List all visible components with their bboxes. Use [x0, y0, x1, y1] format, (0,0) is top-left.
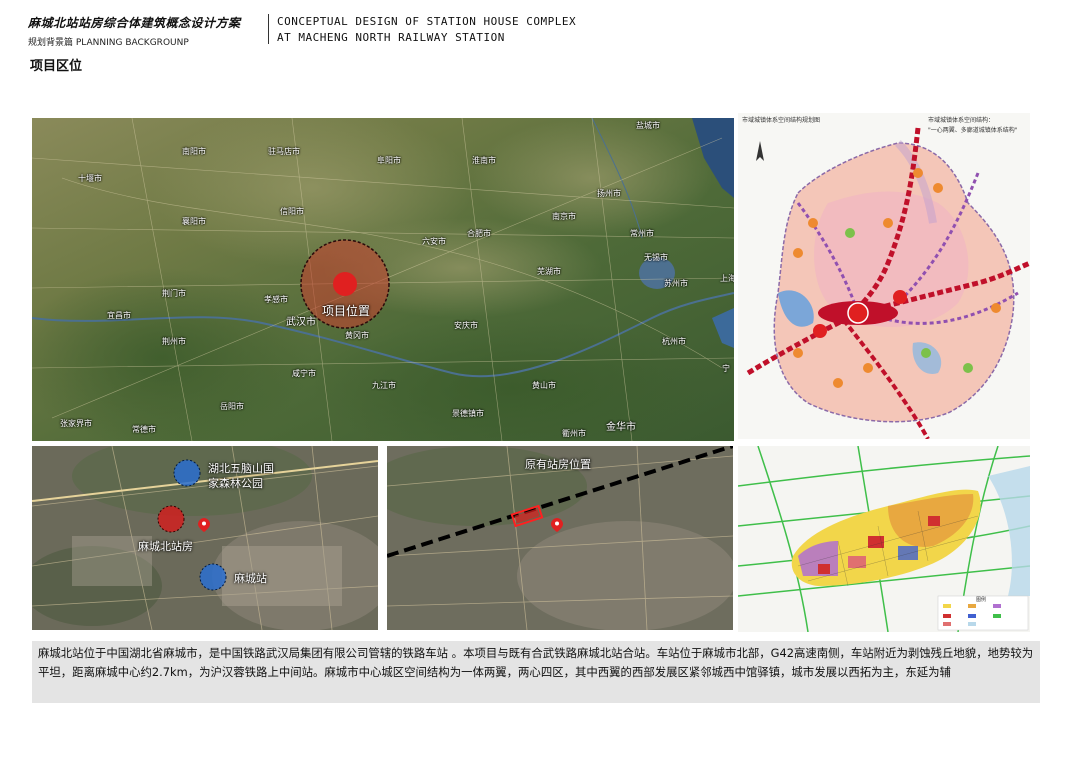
forest-park-label-line-2: 家森林公园 — [208, 477, 263, 490]
city-label: 盐城市 — [636, 121, 660, 130]
existing-station-map: 原有站房位置 — [387, 446, 733, 630]
land-use-legend-heading: 图例 — [976, 597, 987, 603]
city-label: 咸宁市 — [292, 369, 316, 378]
city-label: 杭州市 — [662, 337, 686, 346]
city-label: 南阳市 — [182, 147, 206, 156]
macheng-station-marker — [199, 563, 227, 591]
macheng-station-label: 麻城站 — [234, 572, 267, 585]
existing-station-label: 原有站房位置 — [525, 458, 591, 471]
city-label: 信阳市 — [280, 207, 304, 216]
document-subtitle: 规划背景篇 PLANNING BACKGROUNP — [28, 38, 189, 48]
city-label: 宁 — [722, 364, 730, 373]
city-label: 衢州市 — [562, 429, 586, 438]
structure-legend-title: 市域城镇体系空间结构： — [928, 117, 995, 124]
city-label: 常州市 — [630, 229, 654, 238]
city-label: 襄阳市 — [182, 217, 206, 226]
en-title-line-2: AT MACHENG NORTH RAILWAY STATION — [277, 31, 505, 44]
city-label: 常德市 — [132, 425, 156, 434]
city-label: 淮南市 — [472, 156, 496, 165]
north-station-label: 麻城北站房 — [138, 540, 193, 553]
city-label: 无锡市 — [644, 253, 668, 262]
en-title-line-1: CONCEPTUAL DESIGN OF STATION HOUSE COMPL… — [277, 15, 577, 28]
city-label: 扬州市 — [597, 189, 621, 198]
city-label: 孝感市 — [264, 295, 288, 304]
city-label: 芜湖市 — [537, 267, 561, 276]
city-label: 黄山市 — [532, 381, 556, 390]
city-label: 合肥市 — [467, 229, 491, 238]
land-use-plan-map: 图例 — [738, 446, 1030, 632]
local-satellite-map: 湖北五脑山国 家森林公园 麻城北站房 麻城站 — [32, 446, 378, 630]
city-label: 九江市 — [372, 381, 396, 390]
existing-station-terrain — [387, 446, 733, 630]
city-label: 十堰市 — [78, 174, 102, 183]
city-label: 景德镇市 — [452, 409, 484, 418]
section-title: 项目区位 — [30, 59, 83, 74]
city-label: 黄冈市 — [345, 331, 369, 340]
city-label: 阜阳市 — [377, 156, 401, 165]
location-pin-icon — [198, 518, 210, 532]
structure-diagram — [738, 113, 1030, 439]
structure-legend-subtitle: "一心两翼、多廊道城镇体系结构" — [928, 127, 1018, 134]
forest-park-marker — [173, 459, 201, 487]
city-label: 荆州市 — [162, 337, 186, 346]
header-divider — [268, 14, 269, 44]
city-label: 张家界市 — [60, 419, 92, 428]
document-title-cn: 麻城北站站房综合体建筑概念设计方案 — [28, 16, 241, 30]
city-label: 南京市 — [552, 212, 576, 221]
document-title-en: CONCEPTUAL DESIGN OF STATION HOUSE COMPL… — [277, 14, 576, 46]
land-use-diagram — [738, 446, 1030, 632]
local-terrain — [32, 446, 378, 630]
town-system-structure-map: 市域城镇体系空间结构规划图 市域城镇体系空间结构： "一心两翼、多廊道城镇体系结… — [738, 113, 1030, 439]
city-label: 安庆市 — [454, 321, 478, 330]
city-label: 宜昌市 — [107, 311, 131, 320]
city-label: 驻马店市 — [268, 147, 300, 156]
north-station-marker — [157, 505, 185, 533]
regional-satellite-map: 盐城市 南阳市 驻马店市 阜阳市 十堰市 淮南市 扬州市 襄阳市 信阳市 六安市… — [32, 118, 734, 441]
city-label: 荆门市 — [162, 289, 186, 298]
project-description: 麻城北站位于中国湖北省麻城市，是中国铁路武汉局集团有限公司管辖的铁路车站 。本项… — [32, 641, 1040, 703]
forest-park-label-line-1: 湖北五脑山国 — [208, 462, 274, 475]
city-label: 岳阳市 — [220, 402, 244, 411]
city-label: 上海 — [720, 274, 734, 283]
project-location-label: 项目位置 — [322, 304, 371, 318]
city-label: 金华市 — [606, 422, 636, 433]
location-pin-icon — [551, 518, 563, 532]
structure-map-caption: 市域城镇体系空间结构规划图 — [742, 117, 821, 124]
city-label: 六安市 — [422, 237, 446, 246]
city-label: 苏州市 — [664, 279, 688, 288]
